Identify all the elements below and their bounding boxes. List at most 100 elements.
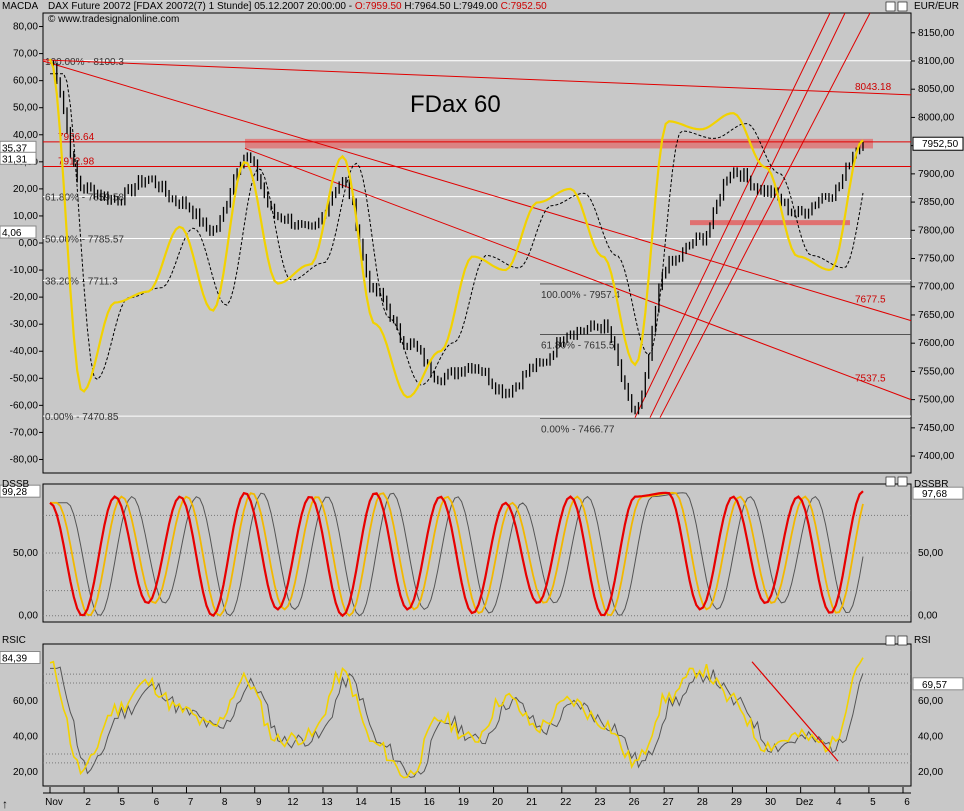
rsi-left-label: RSIC <box>2 635 26 646</box>
rsi-right-tick: 60,00 <box>918 696 943 707</box>
close-icon[interactable] <box>897 635 908 646</box>
fib-label: 50.00% - 7785.57 <box>45 234 124 245</box>
main-panel-controls[interactable] <box>885 1 908 12</box>
x-tick-label: 6 <box>904 797 910 808</box>
dssb-left-tick: 50,00 <box>13 548 38 559</box>
macda-label: MACDA <box>2 1 38 12</box>
x-tick-label: 26 <box>628 797 640 808</box>
instrument-title: DAX Future 20072 [FDAX 20072(7) 1 Stunde… <box>48 1 547 12</box>
instrument-name: DAX Future 20072 [FDAX 20072(7) 1 Stunde… <box>48 1 355 12</box>
fib-label: 0.00% - 7470.85 <box>45 412 119 423</box>
right-tick-label: 7750,00 <box>918 254 955 265</box>
rsi-left-tick: 40,00 <box>13 731 38 742</box>
right-tick-label: 8100,00 <box>918 56 955 67</box>
ohlc-open: O:7959.50 <box>355 1 402 12</box>
price-badge-text: 7952,50 <box>922 139 959 150</box>
left-tick-label: 0,00 <box>19 238 39 249</box>
x-tick-label: 19 <box>458 797 470 808</box>
x-tick-label: 27 <box>663 797 675 808</box>
x-tick-label: 29 <box>731 797 743 808</box>
dssb-right-tick: 0,00 <box>918 611 938 622</box>
left-tick-label: 40,00 <box>13 130 38 141</box>
x-tick-label: 12 <box>287 797 299 808</box>
left-tick-label: 50,00 <box>13 103 38 114</box>
x-tick-label: 5 <box>119 797 125 808</box>
chart-annotation: FDax 60 <box>410 91 501 118</box>
minimize-icon[interactable] <box>885 476 896 487</box>
ohlc-close: C:7952.50 <box>501 1 548 12</box>
x-tick-label: 6 <box>154 797 160 808</box>
left-tick-label: 80,00 <box>13 22 38 33</box>
dssb-right-tick: 50,00 <box>918 548 943 559</box>
support-zone <box>690 220 850 226</box>
close-icon[interactable] <box>897 1 908 12</box>
left-tick-label: -60,00 <box>10 400 39 411</box>
left-tick-label: -20,00 <box>10 292 39 303</box>
x-tick-label: 15 <box>390 797 402 808</box>
left-tick-label: -30,00 <box>10 319 39 330</box>
value-badge-text: 31,31 <box>2 154 27 165</box>
x-tick-label: 13 <box>321 797 333 808</box>
right-tick-label: 7650,00 <box>918 310 955 321</box>
close-icon[interactable] <box>897 476 908 487</box>
scroll-arrow-icon[interactable]: ↑ <box>2 797 8 811</box>
x-tick-label: 23 <box>594 797 606 808</box>
ohlc-high: H:7964.50 <box>404 1 451 12</box>
resistance-zone <box>245 138 873 149</box>
right-tick-label: 7600,00 <box>918 338 955 349</box>
rsi-left-badge-text: 84,39 <box>2 654 27 665</box>
rsi-panel <box>42 643 912 787</box>
copyright-text: © www.tradesignalonline.com <box>48 14 179 25</box>
right-tick-label: 7700,00 <box>918 282 955 293</box>
right-tick-label: 7400,00 <box>918 451 955 462</box>
x-tick-label: 2 <box>85 797 91 808</box>
x-tick-label: 20 <box>492 797 504 808</box>
value-badge-text: 4,06 <box>2 228 22 239</box>
x-tick-label: 5 <box>870 797 876 808</box>
x-tick-label: 9 <box>256 797 262 808</box>
x-axis: Nov 2 5 6 7 8 9 12 13 14 15 16 19 20 21 22 23 26 27 28 29 30 D… <box>43 787 911 808</box>
level-label: 7537.5 <box>855 373 886 384</box>
x-tick-label: 21 <box>526 797 538 808</box>
level-label: 7956.64 <box>58 132 95 143</box>
fib-label: 38.20% - 7711.3 <box>45 276 118 287</box>
ohlc-low: L:7949.00 <box>453 1 498 12</box>
right-tick-label: 8000,00 <box>918 112 955 123</box>
dssb-left-tick: 0,00 <box>19 611 39 622</box>
fib-label: 61.80% - 7615.5 <box>541 340 615 351</box>
x-tick-label: Dez <box>796 797 814 808</box>
dssb-left-label: DSSB <box>2 479 30 490</box>
left-tick-label: 60,00 <box>13 76 38 87</box>
x-tick-label: 30 <box>765 797 777 808</box>
right-tick-label: 8050,00 <box>918 84 955 95</box>
left-tick-label: -70,00 <box>10 427 39 438</box>
right-tick-label: 7800,00 <box>918 225 955 236</box>
right-tick-label: 7500,00 <box>918 395 955 406</box>
fib-label: 61.80% - 7859.58 <box>45 193 124 204</box>
left-tick-label: 20,00 <box>13 184 38 195</box>
x-tick-label: 14 <box>356 797 368 808</box>
rsi-right-badge-text: 69,57 <box>922 680 947 691</box>
right-tick-label: 7550,00 <box>918 366 955 377</box>
right-tick-label: 7900,00 <box>918 169 955 180</box>
x-tick-label: 22 <box>560 797 572 808</box>
dssb-right-label: DSSBR <box>914 479 948 490</box>
x-tick-label: 4 <box>836 797 842 808</box>
x-tick-label: 16 <box>424 797 436 808</box>
minimize-icon[interactable] <box>885 1 896 12</box>
right-tick-label: 8150,00 <box>918 28 955 39</box>
minimize-icon[interactable] <box>885 635 896 646</box>
left-tick-label: 10,00 <box>13 211 38 222</box>
right-tick-label: 7450,00 <box>918 423 955 434</box>
main-panel <box>42 12 912 474</box>
dssb-right-badge-text: 97,68 <box>922 489 947 500</box>
rsi-right-tick: 20,00 <box>918 767 943 778</box>
right-tick-label: 7850,00 <box>918 197 955 208</box>
fib-label: 0.00% - 7466.77 <box>541 424 615 435</box>
x-tick-label: 28 <box>697 797 709 808</box>
x-tick-label: 7 <box>188 797 194 808</box>
rsi-left-tick: 60,00 <box>13 696 38 707</box>
left-tick-label: -80,00 <box>10 454 39 465</box>
rsi-left-tick: 20,00 <box>13 767 38 778</box>
x-tick-label: Nov <box>45 797 63 808</box>
